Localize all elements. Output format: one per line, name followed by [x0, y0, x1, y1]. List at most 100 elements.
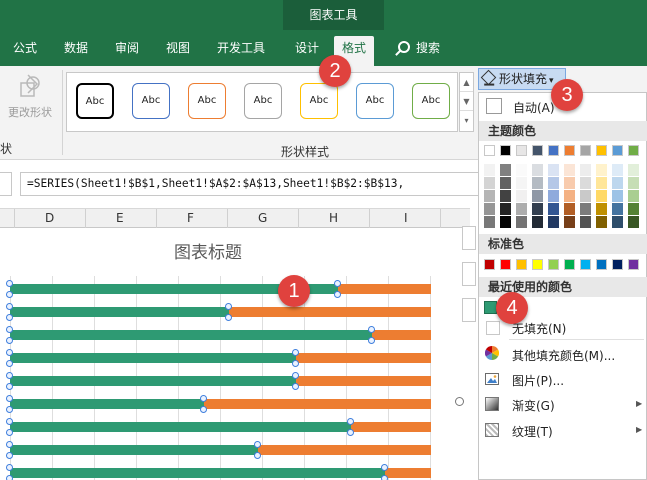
theme-shade-swatch[interactable]: [484, 190, 495, 202]
standard-color-swatch[interactable]: [548, 259, 559, 270]
theme-shade-swatch[interactable]: [548, 190, 559, 202]
standard-color-swatch[interactable]: [580, 259, 591, 270]
selection-handle[interactable]: [6, 452, 13, 459]
selection-handle[interactable]: [6, 303, 13, 310]
theme-shade-swatch[interactable]: [516, 216, 527, 228]
theme-shade-swatch[interactable]: [500, 164, 511, 176]
selection-handle[interactable]: [254, 441, 261, 448]
search-box[interactable]: 搜索: [398, 36, 440, 60]
selection-handle[interactable]: [292, 372, 299, 379]
selection-handle[interactable]: [6, 395, 13, 402]
theme-shade-swatch[interactable]: [596, 216, 607, 228]
selection-handle[interactable]: [381, 464, 388, 471]
chart-bar-orange-segment[interactable]: [258, 445, 431, 455]
theme-shade-swatch[interactable]: [484, 216, 495, 228]
tab-design[interactable]: 设计: [295, 36, 319, 66]
standard-color-swatch[interactable]: [612, 259, 623, 270]
selection-handle[interactable]: [334, 280, 341, 287]
column-header-f[interactable]: F: [187, 211, 194, 225]
column-header-g[interactable]: G: [258, 211, 267, 225]
theme-shade-swatch[interactable]: [564, 177, 575, 189]
selection-handle[interactable]: [6, 372, 13, 379]
chart-bar-green-segment[interactable]: [10, 399, 204, 409]
chart-bar-green-segment[interactable]: [10, 307, 229, 317]
theme-shade-swatch[interactable]: [500, 177, 511, 189]
gradient-fill-item[interactable]: 渐变(G) ▶: [479, 393, 646, 415]
theme-shade-swatch[interactable]: [484, 177, 495, 189]
column-header-h[interactable]: H: [329, 211, 338, 225]
chart-bar-orange-segment[interactable]: [296, 376, 431, 386]
chart-bar-green-segment[interactable]: [10, 422, 351, 432]
theme-shade-swatch[interactable]: [628, 190, 639, 202]
theme-shade-swatch[interactable]: [612, 177, 623, 189]
theme-shade-swatch[interactable]: [548, 164, 559, 176]
selection-handle[interactable]: [6, 326, 13, 333]
theme-shade-swatch[interactable]: [612, 203, 623, 215]
chart-bar[interactable]: [6, 372, 431, 390]
shape-style-blue[interactable]: Abc: [132, 83, 170, 119]
selection-handle[interactable]: [6, 280, 13, 287]
selection-handle[interactable]: [6, 475, 13, 480]
chart-bar[interactable]: [6, 349, 431, 367]
theme-color-swatch[interactable]: [500, 145, 511, 156]
selection-handle[interactable]: [6, 314, 13, 321]
selection-handle[interactable]: [6, 441, 13, 448]
chart-bar[interactable]: [6, 418, 431, 436]
theme-shade-swatch[interactable]: [628, 177, 639, 189]
selection-handle[interactable]: [368, 337, 375, 344]
standard-color-swatch[interactable]: [516, 259, 527, 270]
selection-handle[interactable]: [6, 383, 13, 390]
tab-data[interactable]: 数据: [64, 36, 88, 66]
theme-shade-swatch[interactable]: [596, 164, 607, 176]
theme-shade-swatch[interactable]: [564, 203, 575, 215]
theme-shade-swatch[interactable]: [580, 216, 591, 228]
selection-handle[interactable]: [6, 429, 13, 436]
shape-style-orange[interactable]: Abc: [188, 83, 226, 119]
theme-shade-swatch[interactable]: [516, 164, 527, 176]
texture-fill-item[interactable]: 纹理(T) ▶: [479, 419, 646, 441]
tab-formulas[interactable]: 公式: [13, 36, 37, 66]
selection-handle[interactable]: [6, 349, 13, 356]
chart-bar-orange-segment[interactable]: [296, 353, 431, 363]
chart-bar-orange-segment[interactable]: [385, 468, 431, 478]
theme-shade-swatch[interactable]: [532, 203, 543, 215]
selection-handle[interactable]: [292, 383, 299, 390]
chart-resize-handle[interactable]: [455, 397, 464, 406]
chart-bar[interactable]: [6, 395, 431, 413]
selection-handle[interactable]: [6, 418, 13, 425]
selection-handle[interactable]: [292, 349, 299, 356]
selection-handle[interactable]: [347, 429, 354, 436]
selection-handle[interactable]: [347, 418, 354, 425]
shape-style-green[interactable]: Abc: [412, 83, 450, 119]
theme-shade-swatch[interactable]: [628, 164, 639, 176]
theme-shade-swatch[interactable]: [628, 203, 639, 215]
selection-handle[interactable]: [225, 303, 232, 310]
theme-shade-swatch[interactable]: [548, 203, 559, 215]
tab-view[interactable]: 视图: [166, 36, 190, 66]
selection-handle[interactable]: [334, 291, 341, 298]
theme-shade-swatch[interactable]: [484, 203, 495, 215]
theme-shade-swatch[interactable]: [612, 216, 623, 228]
column-header-d[interactable]: D: [45, 211, 54, 225]
column-header-i[interactable]: I: [404, 211, 408, 225]
chart-bar-green-segment[interactable]: [10, 353, 296, 363]
chart-bar[interactable]: [6, 464, 431, 480]
chart-elements-button[interactable]: [462, 226, 476, 250]
selection-handle[interactable]: [292, 360, 299, 367]
theme-shade-swatch[interactable]: [516, 203, 527, 215]
theme-color-swatch[interactable]: [596, 145, 607, 156]
gallery-up-icon[interactable]: ▲: [460, 73, 473, 92]
standard-color-swatch[interactable]: [484, 259, 495, 270]
theme-shade-swatch[interactable]: [612, 190, 623, 202]
theme-color-swatch[interactable]: [548, 145, 559, 156]
chart-bar[interactable]: [6, 303, 431, 321]
shape-style-lightblue[interactable]: Abc: [356, 83, 394, 119]
theme-shade-swatch[interactable]: [548, 216, 559, 228]
chart-bar-orange-segment[interactable]: [338, 284, 431, 294]
chart-bar-orange-segment[interactable]: [372, 330, 431, 340]
selection-handle[interactable]: [254, 452, 261, 459]
chart-bar-orange-segment[interactable]: [351, 422, 431, 432]
selection-handle[interactable]: [6, 337, 13, 344]
theme-shade-swatch[interactable]: [564, 190, 575, 202]
selection-handle[interactable]: [6, 360, 13, 367]
